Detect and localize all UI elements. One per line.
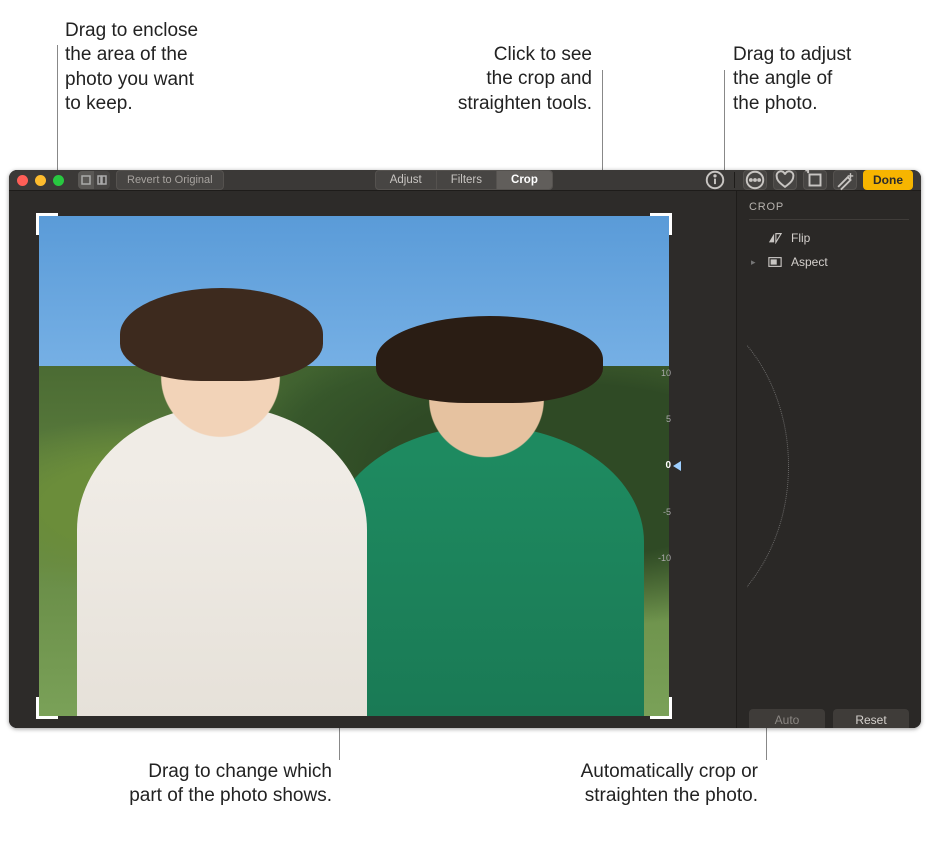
tab-adjust[interactable]: Adjust [376, 171, 437, 189]
photos-editor-window: Revert to Original Adjust Filters Crop [9, 170, 921, 728]
crop-frame[interactable]: 10 5 0 -5 -10 [39, 216, 669, 716]
dial-tick-label: -5 [643, 508, 671, 517]
photo-preview[interactable] [39, 216, 669, 716]
canvas-area: 10 5 0 -5 -10 [9, 191, 736, 728]
done-label: Done [873, 173, 903, 187]
zoom-fit-icon[interactable] [78, 171, 94, 189]
callout-crop-handle: Drag to enclose the area of the photo yo… [65, 19, 198, 116]
toolbar: Revert to Original Adjust Filters Crop [9, 170, 921, 191]
flip-icon [767, 232, 783, 244]
callout-auto-button: Automatically crop or straighten the pho… [508, 760, 758, 809]
aspect-icon [767, 256, 783, 268]
dial-tick-label: 5 [643, 415, 671, 424]
edit-mode-tabs: Adjust Filters Crop [375, 170, 553, 190]
callout-drag-photo: Drag to change which part of the photo s… [62, 760, 332, 809]
sidebar-footer: Auto Reset [749, 701, 909, 728]
crop-handle-bottom-right[interactable] [650, 697, 672, 719]
tab-filters-label: Filters [451, 174, 482, 186]
crop-handle-top-left[interactable] [36, 213, 58, 235]
dial-labels: 10 5 0 -5 -10 [643, 361, 671, 571]
revert-label: Revert to Original [127, 174, 213, 186]
auto-crop-button[interactable]: Auto [749, 709, 825, 728]
window-traffic-lights [17, 175, 64, 186]
rotate-icon[interactable] [803, 170, 827, 190]
info-icon[interactable] [704, 171, 726, 189]
callout-crop-tab: Click to see the crop and straighten too… [402, 43, 592, 116]
more-icon[interactable] [743, 170, 767, 190]
close-window-button[interactable] [17, 175, 28, 186]
tab-filters[interactable]: Filters [437, 171, 497, 189]
reset-label: Reset [855, 713, 886, 727]
tab-crop-label: Crop [511, 174, 538, 186]
favorite-icon[interactable] [773, 170, 797, 190]
editor-body: 10 5 0 -5 -10 CROP Flip [9, 191, 921, 728]
maximize-window-button[interactable] [53, 175, 64, 186]
aspect-row[interactable]: ▸ Aspect [749, 250, 909, 274]
callout-angle-dial: Drag to adjust the angle of the photo. [733, 43, 851, 116]
revert-to-original-button[interactable]: Revert to Original [116, 170, 224, 190]
straighten-angle-dial[interactable]: 10 5 0 -5 -10 [629, 361, 673, 571]
crop-handle-top-right[interactable] [650, 213, 672, 235]
reset-crop-button[interactable]: Reset [833, 709, 909, 728]
toolbar-divider [734, 172, 735, 188]
dial-tick-label-zero: 0 [643, 461, 671, 471]
minimize-window-button[interactable] [35, 175, 46, 186]
flip-label: Flip [791, 231, 810, 245]
dial-tick-label: -10 [643, 554, 671, 563]
dial-tick-label: 10 [643, 369, 671, 378]
sidebar-title: CROP [749, 201, 909, 220]
crop-handle-bottom-left[interactable] [36, 697, 58, 719]
done-button[interactable]: Done [863, 170, 913, 190]
zoom-segmented-control[interactable] [78, 171, 110, 189]
tab-adjust-label: Adjust [390, 174, 422, 186]
aspect-label: Aspect [791, 255, 828, 269]
callout-line [602, 70, 603, 173]
auto-enhance-icon[interactable] [833, 170, 857, 190]
zoom-actual-icon[interactable] [94, 171, 110, 189]
flip-row[interactable]: Flip [749, 226, 909, 250]
disclosure-icon: ▸ [751, 257, 759, 268]
dial-pointer-icon [673, 461, 681, 471]
auto-label: Auto [775, 713, 800, 727]
tab-crop[interactable]: Crop [497, 171, 552, 189]
